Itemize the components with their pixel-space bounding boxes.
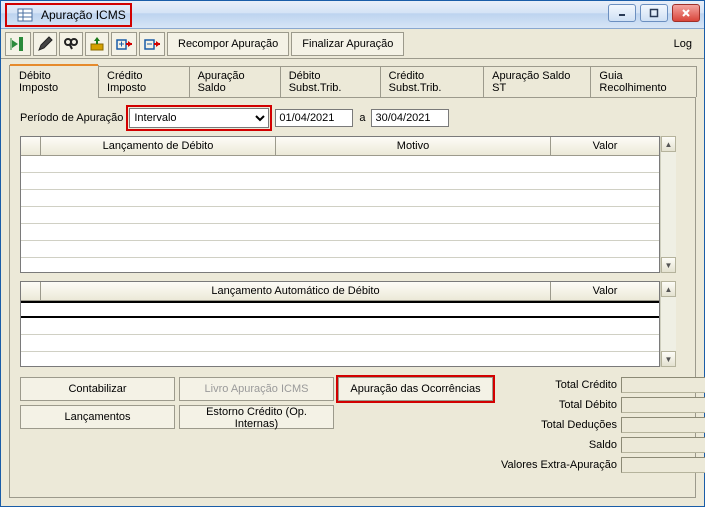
scroll-up-icon[interactable]: ▲ [661,136,676,152]
debit-grid-header: Lançamento de Débito Motivo Valor [21,137,659,156]
export-button[interactable] [85,32,109,56]
ocorrencias-button[interactable]: Apuração das Ocorrências [338,377,493,401]
livro-button[interactable]: Livro Apuração ICMS [179,377,334,401]
estorno-button[interactable]: Estorno Crédito (Op. Internas) [179,405,334,429]
debit-grid-body[interactable] [21,156,659,272]
period-mode-select[interactable]: Intervalo [129,108,269,128]
auto-debit-grid-scrollbar[interactable]: ▲ ▼ [660,281,676,367]
period-separator: a [359,112,365,124]
app-icon [17,7,33,23]
maximize-button[interactable] [640,4,668,22]
finalizar-button[interactable]: Finalizar Apuração [291,32,404,56]
debit-grid[interactable]: Lançamento de Débito Motivo Valor [20,136,660,273]
minimize-button[interactable] [608,4,636,22]
period-label: Período de Apuração [20,112,123,124]
recompor-label: Recompor Apuração [178,38,278,50]
col-valor[interactable]: Valor [551,137,659,155]
search-button[interactable] [59,32,83,56]
saldo-label: Saldo [501,439,617,451]
recompor-button[interactable]: Recompor Apuração [167,32,289,56]
scroll-down-icon[interactable]: ▼ [661,351,676,367]
close-button[interactable] [672,4,700,22]
total-deducoes-value [621,417,705,433]
debit-grid-scrollbar[interactable]: ▲ ▼ [660,136,676,273]
bottom-area: Contabilizar Livro Apuração ICMS Apuraçã… [20,377,685,473]
tab-debito-imposto[interactable]: Débito Imposto [9,65,99,98]
tab-debito-subst[interactable]: Débito Subst.Trib. [280,66,381,97]
saldo-value [621,437,705,453]
add-button[interactable] [111,32,137,56]
scroll-down-icon[interactable]: ▼ [661,257,676,273]
auto-debit-grid-body[interactable] [21,301,659,366]
totals-panel: Total Crédito Total Débito Total Deduçõe… [501,377,705,473]
tab-apuracao-saldo[interactable]: Apuração Saldo [189,66,281,97]
col-lancamento-debito[interactable]: Lançamento de Débito [41,137,276,155]
auto-debit-grid-header: Lançamento Automático de Débito Valor [21,282,659,301]
auto-debit-grid[interactable]: Lançamento Automático de Débito Valor [20,281,660,367]
total-debito-value [621,397,705,413]
app-window: Apuração ICMS [0,0,705,507]
scroll-up-icon[interactable]: ▲ [661,281,676,297]
period-to-input[interactable] [371,109,449,127]
tab-guia-recolhimento[interactable]: Guia Recolhimento [590,66,697,97]
tab-panel: Período de Apuração Intervalo a Lançamen… [9,97,696,498]
col-lancamento-auto[interactable]: Lançamento Automático de Débito [41,282,551,300]
window-title: Apuração ICMS [41,8,126,22]
tab-credito-subst[interactable]: Crédito Subst.Trib. [380,66,484,97]
tab-credito-imposto[interactable]: Crédito Imposto [98,66,190,97]
title-highlight: Apuração ICMS [5,3,132,27]
tab-apuracao-saldo-st[interactable]: Apuração Saldo ST [483,66,591,97]
total-credito-label: Total Crédito [501,379,617,391]
period-from-input[interactable] [275,109,353,127]
total-deducoes-label: Total Deduções [501,419,617,431]
tab-strip: Débito Imposto Crédito Imposto Apuração … [1,59,704,97]
extra-value [621,457,705,473]
period-mode-highlight: Intervalo [129,108,269,128]
finalizar-label: Finalizar Apuração [302,38,393,50]
toolbar: Recompor Apuração Finalizar Apuração Log [1,29,704,59]
col-motivo[interactable]: Motivo [276,137,551,155]
total-debito-label: Total Débito [501,399,617,411]
col-valor-auto[interactable]: Valor [551,282,659,300]
title-bar: Apuração ICMS [1,1,704,29]
remove-button[interactable] [139,32,165,56]
extra-label: Valores Extra-Apuração [501,459,617,471]
back-exit-button[interactable] [5,32,31,56]
edit-button[interactable] [33,32,57,56]
window-buttons [608,4,700,22]
contabilizar-button[interactable]: Contabilizar [20,377,175,401]
log-link[interactable]: Log [674,38,700,50]
total-credito-value [621,377,705,393]
period-row: Período de Apuração Intervalo a [20,108,685,128]
lancamentos-button[interactable]: Lançamentos [20,405,175,429]
action-buttons: Contabilizar Livro Apuração ICMS Apuraçã… [20,377,493,429]
